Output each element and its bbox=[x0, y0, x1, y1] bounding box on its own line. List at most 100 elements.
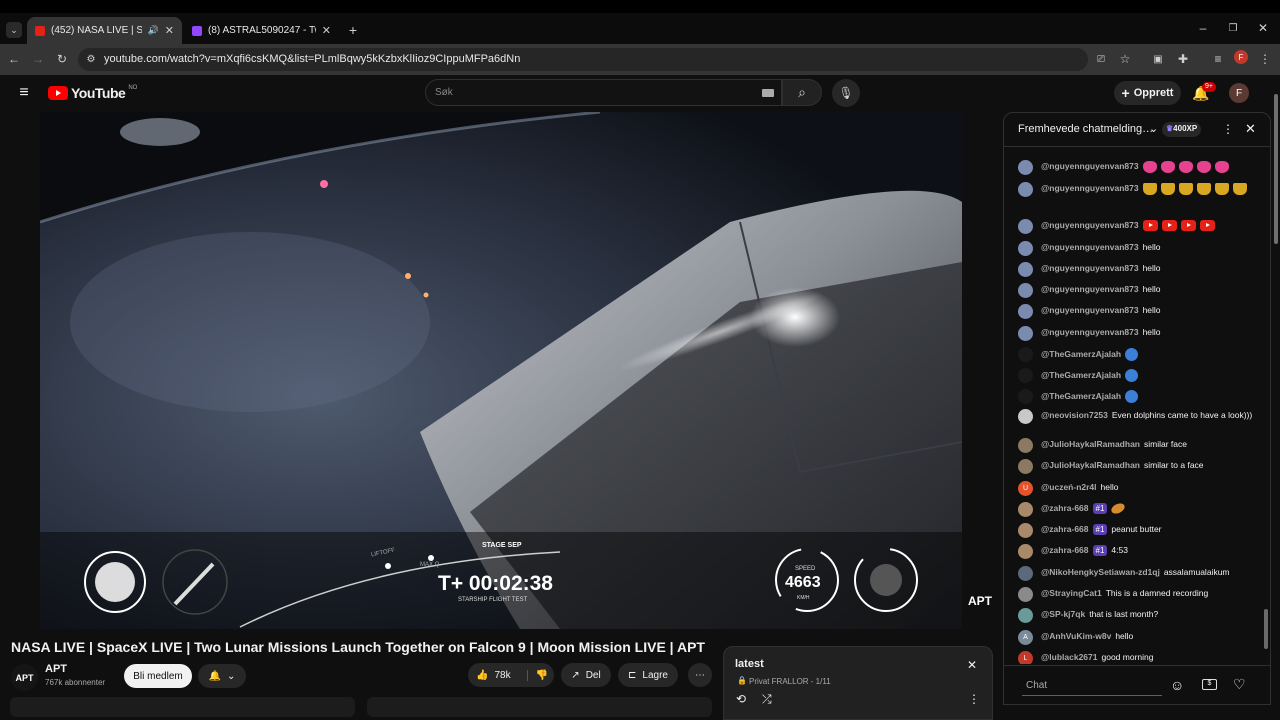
chat-author-avatar[interactable]: A bbox=[1018, 630, 1033, 645]
chat-author-name[interactable]: @zahra-668 bbox=[1041, 524, 1089, 534]
close-tab-icon[interactable]: ✕ bbox=[165, 24, 174, 37]
url-bar[interactable]: ⚙ youtube.com/watch?v=mXqfi6csKMQ&list=P… bbox=[78, 48, 1130, 71]
chat-author-name[interactable]: @StrayingCat1 bbox=[1041, 588, 1102, 598]
chat-author-avatar[interactable] bbox=[1018, 160, 1033, 175]
search-button[interactable]: ⌕ bbox=[782, 79, 822, 106]
super-chat-icon[interactable]: $ bbox=[1202, 679, 1217, 690]
browser-profile-avatar[interactable]: F bbox=[1234, 50, 1248, 64]
chat-author-name[interactable]: @TheGamerzAjalah bbox=[1041, 370, 1121, 380]
chat-author-avatar[interactable] bbox=[1018, 502, 1033, 517]
site-info-icon[interactable]: ⚙ bbox=[84, 52, 98, 66]
chat-author-name[interactable]: @nguyennguyenvan873 bbox=[1041, 220, 1139, 230]
emoji-icon[interactable]: ☺ bbox=[1170, 677, 1184, 693]
back-icon[interactable]: ← bbox=[6, 51, 22, 67]
chat-author-name[interactable]: @SP-kj7qk bbox=[1041, 609, 1085, 619]
bookmark-star-icon[interactable]: ☆ bbox=[1118, 52, 1132, 66]
shuffle-icon[interactable]: ⤮ bbox=[762, 692, 772, 707]
share-button[interactable]: ↗ Del bbox=[561, 663, 611, 687]
chat-author-avatar[interactable]: L bbox=[1018, 651, 1033, 664]
like-count[interactable]: 78k bbox=[494, 670, 510, 681]
minimize-button[interactable]: – bbox=[1195, 20, 1211, 36]
chat-author-avatar[interactable] bbox=[1018, 219, 1033, 234]
chat-author-avatar[interactable] bbox=[1018, 608, 1033, 623]
chat-author-avatar[interactable] bbox=[1018, 459, 1033, 474]
search-input[interactable]: Søk bbox=[425, 79, 782, 106]
extensions-icon[interactable]: ✚ bbox=[1175, 51, 1191, 67]
close-window-button[interactable]: ✕ bbox=[1255, 20, 1271, 36]
dislike-icon[interactable]: 👎 bbox=[526, 669, 548, 681]
chat-author-avatar[interactable] bbox=[1018, 544, 1033, 559]
chat-author-name[interactable]: @TheGamerzAjalah bbox=[1041, 391, 1121, 401]
media-controls-icon[interactable]: ≡ bbox=[1210, 51, 1226, 67]
chat-author-name[interactable]: @zahra-668 bbox=[1041, 503, 1089, 513]
new-tab-button[interactable]: + bbox=[345, 22, 361, 38]
youtube-logo[interactable]: YouTube NO bbox=[48, 85, 137, 101]
xp-badge[interactable]: ♛400XP bbox=[1162, 122, 1202, 137]
close-playlist-icon[interactable]: ✕ bbox=[967, 658, 977, 672]
chat-author-avatar[interactable] bbox=[1018, 566, 1033, 581]
chat-author-name[interactable]: @nguyennguyenvan873 bbox=[1041, 183, 1139, 193]
heart-icon[interactable]: ♡ bbox=[1233, 676, 1246, 693]
chat-author-name[interactable]: @NikoHengkySetiawan-zd1qj bbox=[1041, 567, 1160, 577]
chat-author-name[interactable]: @JulioHaykalRamadhan bbox=[1041, 439, 1140, 449]
page-scrollbar-thumb[interactable] bbox=[1274, 94, 1278, 244]
chat-author-avatar[interactable] bbox=[1018, 326, 1033, 341]
chat-author-avatar[interactable] bbox=[1018, 283, 1033, 298]
chat-author-name[interactable]: @nguyennguyenvan873 bbox=[1041, 305, 1139, 315]
chat-author-avatar[interactable] bbox=[1018, 182, 1033, 197]
restore-button[interactable]: ❐ bbox=[1225, 20, 1241, 36]
browser-menu-icon[interactable]: ⋮ bbox=[1258, 51, 1272, 67]
page-scrollbar[interactable] bbox=[1272, 84, 1280, 704]
more-actions-button[interactable]: ⋯ bbox=[688, 663, 712, 687]
chevron-down-icon[interactable]: ⌄ bbox=[1149, 122, 1158, 135]
voice-search-button[interactable]: 🎙 bbox=[832, 79, 860, 107]
chat-author-avatar[interactable] bbox=[1018, 262, 1033, 277]
chat-author-name[interactable]: @lublack2671 bbox=[1041, 652, 1098, 662]
account-avatar[interactable]: F bbox=[1229, 83, 1249, 103]
chat-author-avatar[interactable] bbox=[1018, 368, 1033, 383]
like-icon[interactable]: 👍 bbox=[476, 670, 488, 681]
description-box[interactable] bbox=[10, 697, 355, 717]
loop-icon[interactable]: ⟲ bbox=[736, 692, 746, 706]
reload-icon[interactable]: ↻ bbox=[54, 51, 70, 67]
chat-author-name[interactable]: @neovision7253 bbox=[1041, 410, 1108, 420]
chat-author-name[interactable]: @AnhVuKim-w8v bbox=[1041, 631, 1111, 641]
chat-author-name[interactable]: @TheGamerzAjalah bbox=[1041, 349, 1121, 359]
channel-name[interactable]: APT bbox=[45, 663, 67, 675]
chat-author-avatar[interactable] bbox=[1018, 304, 1033, 319]
keyboard-icon[interactable] bbox=[762, 89, 774, 97]
chat-author-avatar[interactable] bbox=[1018, 587, 1033, 602]
install-app-icon[interactable]: ⎚ bbox=[1094, 52, 1108, 66]
tab-search-icon[interactable]: ▣ bbox=[1150, 51, 1166, 67]
video-player[interactable]: STAGE SEP LIFTOFF MAX Q T+ 00:02:38 STAR… bbox=[40, 112, 962, 629]
chat-author-avatar[interactable] bbox=[1018, 347, 1033, 362]
chat-author-name[interactable]: @uczeń-n2r4l bbox=[1041, 482, 1097, 492]
chat-author-name[interactable]: @nguyennguyenvan873 bbox=[1041, 242, 1139, 252]
hamburger-menu-icon[interactable]: ≡ bbox=[14, 84, 34, 102]
close-tab-icon[interactable]: ✕ bbox=[322, 24, 331, 37]
chat-author-avatar[interactable] bbox=[1018, 389, 1033, 404]
chat-author-avatar[interactable] bbox=[1018, 523, 1033, 538]
close-chat-icon[interactable]: ✕ bbox=[1245, 121, 1256, 137]
playlist-menu-icon[interactable]: ⋮ bbox=[968, 692, 980, 706]
chat-author-name[interactable]: @nguyennguyenvan873 bbox=[1041, 263, 1139, 273]
chat-author-name[interactable]: @nguyennguyenvan873 bbox=[1041, 161, 1139, 171]
create-button[interactable]: + Opprett bbox=[1114, 81, 1181, 105]
comments-box[interactable] bbox=[367, 697, 712, 717]
tab-list-button[interactable]: ⌄ bbox=[6, 22, 22, 38]
chat-author-name[interactable]: @zahra-668 bbox=[1041, 545, 1089, 555]
chat-author-avatar[interactable] bbox=[1018, 409, 1033, 424]
chat-mode-selector[interactable]: Fremhevede chatmelding… bbox=[1018, 123, 1153, 135]
forward-icon[interactable]: → bbox=[30, 51, 46, 67]
chat-author-name[interactable]: @nguyennguyenvan873 bbox=[1041, 327, 1139, 337]
chat-input[interactable]: Chat bbox=[1022, 674, 1162, 696]
chat-author-avatar[interactable] bbox=[1018, 438, 1033, 453]
chat-scrollbar[interactable] bbox=[1263, 149, 1269, 663]
chat-scrollbar-thumb[interactable] bbox=[1264, 609, 1268, 649]
save-button[interactable]: ⊏ Lagre bbox=[618, 663, 678, 687]
tab-youtube[interactable]: (452) NASA LIVE | SpaceX LI 🔊 ✕ bbox=[27, 17, 182, 44]
chat-author-avatar[interactable]: U bbox=[1018, 481, 1033, 496]
chat-author-name[interactable]: @nguyennguyenvan873 bbox=[1041, 284, 1139, 294]
chat-author-avatar[interactable] bbox=[1018, 241, 1033, 256]
subscription-bell-button[interactable]: 🔔 ⌄ bbox=[198, 664, 246, 688]
